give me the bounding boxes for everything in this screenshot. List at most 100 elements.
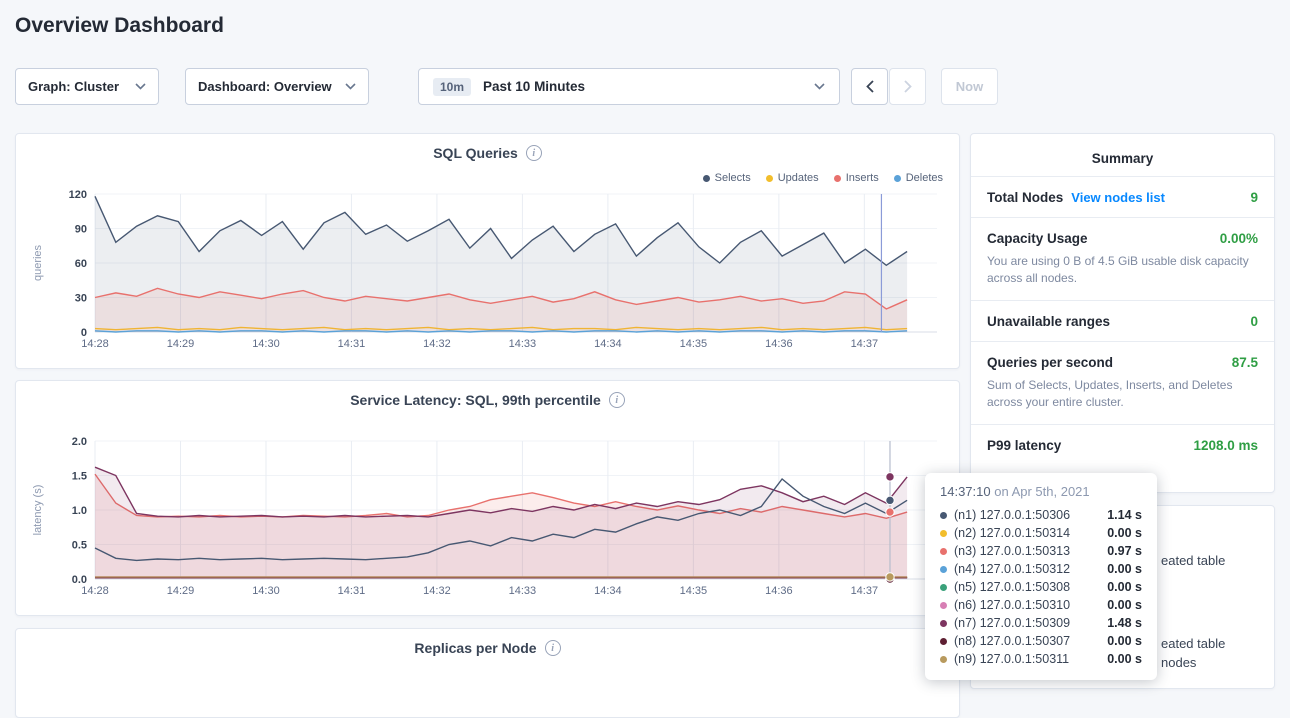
legend-item[interactable]: Deletes	[894, 172, 943, 184]
svg-text:14:34: 14:34	[594, 585, 622, 597]
summary-subtitle: Sum of Selects, Updates, Inserts, and De…	[987, 377, 1258, 412]
tooltip-node-value: 1.14 s	[1100, 508, 1142, 522]
sql-queries-panel: SQL Queries i Selects Updates Inserts Delet…	[15, 133, 960, 369]
summary-row-queries-per-second: Queries per second 87.5 Sum of Selects, …	[971, 341, 1274, 424]
sql-queries-chart[interactable]: 030609012014:2814:2914:3014:3114:3214:33…	[27, 186, 947, 354]
svg-text:14:33: 14:33	[509, 338, 537, 350]
event-item-text[interactable]: nodes	[1161, 655, 1196, 670]
svg-text:1.5: 1.5	[72, 471, 87, 483]
tooltip-node-value: 1.48 s	[1100, 616, 1142, 630]
chevron-right-icon	[904, 80, 912, 93]
tooltip-node-label: (n2) 127.0.0.1:50314	[954, 526, 1093, 540]
svg-text:30: 30	[75, 293, 87, 305]
svg-text:14:28: 14:28	[81, 338, 109, 350]
time-range-badge: 10m	[433, 78, 471, 96]
svg-text:14:29: 14:29	[167, 338, 195, 350]
legend-item[interactable]: Inserts	[834, 172, 879, 184]
svg-text:90: 90	[75, 224, 87, 236]
summary-value: 0	[1250, 314, 1258, 329]
node-color-dot-icon	[940, 584, 947, 591]
legend-item[interactable]: Selects	[703, 172, 751, 184]
svg-text:14:35: 14:35	[680, 338, 708, 350]
tooltip-row: (n2) 127.0.0.1:50314 0.00 s	[940, 524, 1142, 542]
chart-legend: Selects Updates Inserts Deletes	[703, 172, 943, 184]
time-range-label: Past 10 Minutes	[483, 79, 585, 94]
svg-text:latency (s): latency (s)	[32, 485, 44, 536]
tooltip-node-value: 0.00 s	[1100, 580, 1142, 594]
node-color-dot-icon	[940, 548, 947, 555]
service-latency-chart-title: Service Latency: SQL, 99th percentile i	[16, 392, 959, 408]
summary-label: Queries per second	[987, 355, 1113, 370]
chart-hover-tooltip: 14:37:10 on Apr 5th, 2021 (n1) 127.0.0.1…	[925, 473, 1157, 680]
sql-queries-chart-title: SQL Queries i	[16, 145, 959, 161]
svg-text:queries: queries	[32, 244, 44, 281]
info-icon[interactable]: i	[609, 392, 625, 408]
tooltip-row: (n1) 127.0.0.1:503061.14 s	[940, 506, 1142, 524]
summary-label: Total Nodes	[987, 190, 1063, 205]
info-icon[interactable]: i	[526, 145, 542, 161]
event-item-text[interactable]: eated table	[1161, 636, 1225, 651]
time-range-picker[interactable]: 10m Past 10 Minutes	[418, 68, 840, 105]
time-next-button[interactable]	[889, 68, 926, 105]
summary-label: Unavailable ranges	[987, 314, 1110, 329]
tooltip-node-value: 0.00 s	[1100, 526, 1142, 540]
now-button[interactable]: Now	[941, 68, 998, 105]
node-color-dot-icon	[940, 602, 947, 609]
summary-label: P99 latency	[987, 438, 1061, 453]
svg-text:60: 60	[75, 258, 87, 270]
tooltip-node-label: (n4) 127.0.0.1:50312	[954, 562, 1093, 576]
tooltip-row: (n5) 127.0.0.1:503080.00 s	[940, 578, 1142, 596]
graph-dropdown[interactable]: Graph: Cluster	[15, 68, 159, 105]
view-nodes-link[interactable]: View nodes list	[1071, 190, 1165, 205]
node-color-dot-icon	[940, 638, 947, 645]
svg-text:14:32: 14:32	[423, 338, 451, 350]
tooltip-time: 14:37:10	[940, 484, 991, 499]
svg-text:2.0: 2.0	[72, 436, 87, 448]
chevron-down-icon	[135, 83, 146, 90]
legend-item[interactable]: Updates	[766, 172, 819, 184]
tooltip-node-value: 0.00 s	[1100, 562, 1142, 576]
svg-text:14:32: 14:32	[423, 585, 451, 597]
chevron-down-icon	[814, 83, 825, 90]
tooltip-date: on Apr 5th, 2021	[991, 484, 1090, 499]
legend-label: Deletes	[906, 172, 943, 184]
tooltip-rows: (n1) 127.0.0.1:503061.14 s(n2) 127.0.0.1…	[940, 506, 1142, 668]
summary-value: 87.5	[1232, 355, 1258, 370]
summary-panel: Summary Total Nodes View nodes list 9 Ca…	[970, 133, 1275, 493]
svg-text:14:36: 14:36	[765, 585, 793, 597]
svg-text:14:31: 14:31	[338, 585, 366, 597]
node-color-dot-icon	[940, 656, 947, 663]
tooltip-row: (n4) 127.0.0.1:50312 0.00 s	[940, 560, 1142, 578]
svg-text:1.0: 1.0	[72, 505, 87, 517]
event-item-text[interactable]: eated table	[1161, 553, 1225, 568]
summary-title: Summary	[971, 134, 1274, 176]
legend-dot-icon	[894, 175, 901, 182]
tooltip-node-label: (n8) 127.0.0.1:50307	[954, 634, 1093, 648]
node-color-dot-icon	[940, 530, 947, 537]
chart-title-text: Service Latency: SQL, 99th percentile	[350, 392, 601, 408]
svg-text:14:28: 14:28	[81, 585, 109, 597]
chart-title-text: Replicas per Node	[414, 640, 536, 656]
chevron-left-icon	[866, 80, 874, 93]
service-latency-chart[interactable]: 0.00.51.01.52.014:2814:2914:3014:3114:32…	[27, 433, 947, 601]
chevron-down-icon	[345, 83, 356, 90]
graph-dropdown-label: Graph: Cluster	[28, 79, 119, 94]
svg-text:14:29: 14:29	[167, 585, 195, 597]
time-prev-button[interactable]	[851, 68, 888, 105]
replicas-per-node-panel: Replicas per Node i	[15, 628, 960, 718]
svg-text:14:35: 14:35	[680, 585, 708, 597]
tooltip-node-label: (n9) 127.0.0.1:50311	[954, 652, 1093, 666]
info-icon[interactable]: i	[545, 640, 561, 656]
summary-value: 9	[1250, 190, 1258, 205]
tooltip-row: (n3) 127.0.0.1:503130.97 s	[940, 542, 1142, 560]
summary-row-total-nodes: Total Nodes View nodes list 9	[971, 176, 1274, 217]
tooltip-header: 14:37:10 on Apr 5th, 2021	[940, 484, 1142, 499]
tooltip-row: (n7) 127.0.0.1:503091.48 s	[940, 614, 1142, 632]
replicas-chart-title: Replicas per Node i	[16, 640, 959, 656]
summary-value: 1208.0 ms	[1193, 438, 1258, 453]
tooltip-node-value: 0.00 s	[1100, 652, 1142, 666]
tooltip-node-label: (n3) 127.0.0.1:50313	[954, 544, 1093, 558]
svg-text:14:34: 14:34	[594, 338, 622, 350]
legend-dot-icon	[766, 175, 773, 182]
dashboard-dropdown[interactable]: Dashboard: Overview	[185, 68, 369, 105]
